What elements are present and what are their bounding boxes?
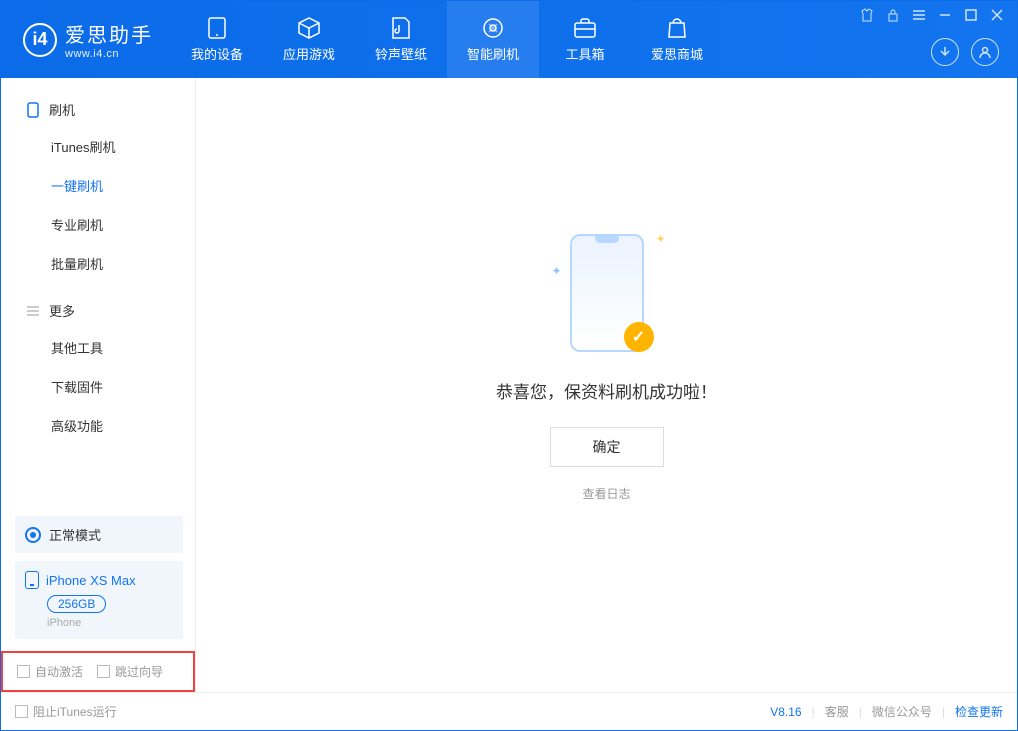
nav-apps[interactable]: 应用游戏: [263, 1, 355, 78]
app-name: 爱思助手: [65, 19, 153, 48]
download-button[interactable]: [931, 38, 959, 66]
highlighted-options: 自动激活 跳过向导: [1, 651, 195, 692]
shirt-icon[interactable]: [859, 7, 875, 23]
app-header: i4 爱思助手 www.i4.cn 我的设备 应用游戏 铃声壁纸 智能刷机 工具…: [1, 1, 1017, 78]
view-log-link[interactable]: 查看日志: [582, 485, 630, 502]
device-phone-icon: [25, 571, 39, 589]
toolbox-icon: [573, 16, 597, 40]
device-icon: [205, 16, 229, 40]
footer-link-update[interactable]: 检查更新: [955, 703, 1003, 720]
sidebar-section-flash: 刷机: [1, 92, 195, 127]
sidebar-item-other-tools[interactable]: 其他工具: [1, 328, 195, 367]
ok-button[interactable]: 确定: [550, 427, 664, 467]
sidebar-section-more: 更多: [1, 293, 195, 328]
cube-icon: [297, 16, 321, 40]
menu-icon[interactable]: [911, 7, 927, 23]
header-action-buttons: [931, 38, 999, 66]
phone-icon: [25, 102, 41, 118]
check-icon: ✓: [624, 322, 654, 352]
maximize-icon[interactable]: [963, 7, 979, 23]
user-button[interactable]: [971, 38, 999, 66]
auto-activate-checkbox[interactable]: 自动激活: [17, 663, 83, 680]
device-name: iPhone XS Max: [46, 573, 136, 588]
mode-indicator[interactable]: 正常模式: [15, 516, 183, 553]
device-type: iPhone: [47, 617, 173, 629]
refresh-gear-icon: [481, 16, 505, 40]
list-icon: [25, 303, 41, 319]
close-icon[interactable]: [989, 7, 1005, 23]
minimize-icon[interactable]: [937, 7, 953, 23]
logo-icon: i4: [23, 23, 57, 57]
nav-my-device[interactable]: 我的设备: [171, 1, 263, 78]
sidebar-item-batch-flash[interactable]: 批量刷机: [1, 244, 195, 283]
sidebar-item-download-fw[interactable]: 下载固件: [1, 367, 195, 406]
window-controls: [859, 7, 1005, 23]
sidebar-item-pro-flash[interactable]: 专业刷机: [1, 205, 195, 244]
app-url: www.i4.cn: [65, 48, 153, 60]
sparkle-icon: ✦: [552, 264, 562, 278]
footer-link-support[interactable]: 客服: [825, 703, 849, 720]
stop-itunes-checkbox[interactable]: 阻止iTunes运行: [15, 703, 117, 720]
logo: i4 爱思助手 www.i4.cn: [1, 19, 171, 60]
bag-icon: [665, 16, 689, 40]
skip-guide-checkbox[interactable]: 跳过向导: [97, 663, 163, 680]
footer-link-wechat[interactable]: 微信公众号: [872, 703, 932, 720]
nav-ringtones[interactable]: 铃声壁纸: [355, 1, 447, 78]
sidebar-item-oneclick-flash[interactable]: 一键刷机: [1, 166, 195, 205]
sidebar-item-advanced[interactable]: 高级功能: [1, 406, 195, 445]
device-info[interactable]: iPhone XS Max 256GB iPhone: [15, 561, 183, 639]
nav-store[interactable]: 爱思商城: [631, 1, 723, 78]
top-nav: 我的设备 应用游戏 铃声壁纸 智能刷机 工具箱 爱思商城: [171, 1, 723, 78]
mode-dot-icon: [25, 527, 41, 543]
main-content: ✦ ✦ ✓ 恭喜您，保资料刷机成功啦！ 确定 查看日志: [196, 78, 1017, 692]
version-label: V8.16: [770, 705, 801, 719]
nav-flash[interactable]: 智能刷机: [447, 1, 539, 78]
lock-icon[interactable]: [885, 7, 901, 23]
sparkle-icon: ✦: [655, 232, 665, 246]
sidebar: 刷机 iTunes刷机 一键刷机 专业刷机 批量刷机 更多 其他工具 下载固件 …: [1, 78, 196, 692]
footer-bar: 阻止iTunes运行 V8.16 | 客服 | 微信公众号 | 检查更新: [1, 692, 1017, 730]
sidebar-item-itunes-flash[interactable]: iTunes刷机: [1, 127, 195, 166]
success-illustration: ✦ ✦ ✓: [562, 228, 652, 358]
device-capacity: 256GB: [47, 595, 106, 613]
success-message: 恭喜您，保资料刷机成功啦！: [496, 378, 717, 403]
nav-toolbox[interactable]: 工具箱: [539, 1, 631, 78]
music-file-icon: [389, 16, 413, 40]
